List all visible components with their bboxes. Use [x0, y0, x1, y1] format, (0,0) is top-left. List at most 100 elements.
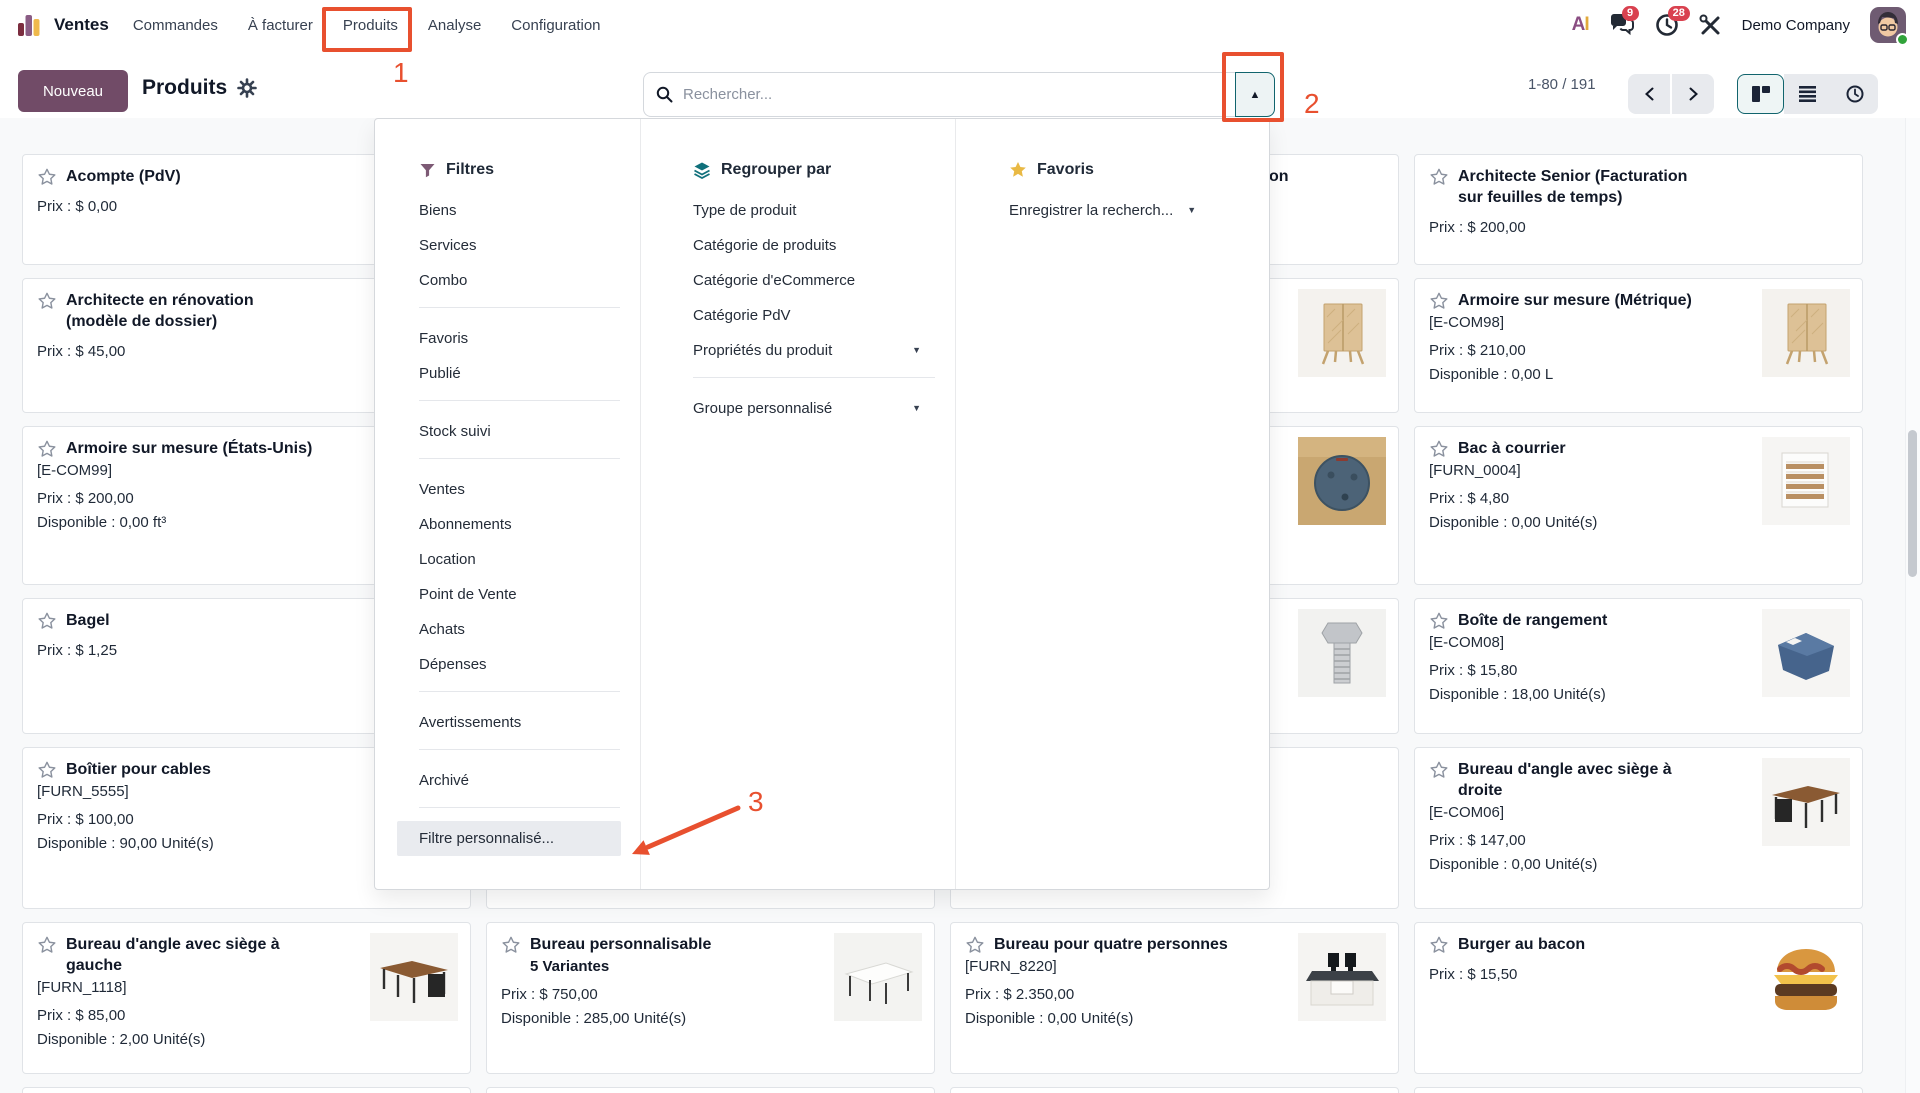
product-availability: Disponible : 2,00 Unité(s): [37, 1031, 456, 1048]
product-image-white-table: [834, 933, 922, 1021]
favorite-star-icon[interactable]: [1429, 760, 1449, 780]
product-card[interactable]: Bureau personnalisable5 VariantesPrix : …: [486, 922, 935, 1074]
view-activity-button[interactable]: [1831, 74, 1878, 114]
app-name[interactable]: Ventes: [54, 15, 109, 35]
group-by-item-type-de-produit[interactable]: Type de produit: [693, 193, 935, 228]
filter-item-services[interactable]: Services: [419, 228, 620, 263]
favorite-star-icon[interactable]: [37, 611, 57, 631]
view-list-button[interactable]: [1784, 74, 1831, 114]
favorite-star-icon[interactable]: [37, 167, 57, 187]
filter-item-ventes[interactable]: Ventes: [419, 472, 620, 507]
pager-previous-button[interactable]: [1628, 74, 1670, 114]
product-image-letter-tray: [1762, 437, 1850, 525]
messages-button[interactable]: 9: [1609, 13, 1635, 37]
favorite-star-icon[interactable]: [37, 291, 57, 311]
favorite-star-icon[interactable]: [37, 439, 57, 459]
separator: [419, 458, 620, 459]
favorite-star-icon[interactable]: [37, 935, 57, 955]
group-by-item-cat-gorie-d-ecommerce[interactable]: Catégorie d'eCommerce: [693, 263, 935, 298]
group-by-item-cat-gorie-pdv[interactable]: Catégorie PdV: [693, 298, 935, 333]
product-card[interactable]: [1414, 1087, 1863, 1093]
menu-item-analyse[interactable]: Analyse: [426, 13, 483, 38]
filter-item-d-penses[interactable]: Dépenses: [419, 647, 620, 682]
tools-button[interactable]: [1699, 14, 1722, 37]
control-panel: Nouveau Produits Rechercher... ▲ 1-80 / …: [0, 50, 1920, 118]
favorite-star-icon[interactable]: [1429, 611, 1449, 631]
favorite-star-icon[interactable]: [965, 935, 985, 955]
filter-item-abonnements[interactable]: Abonnements: [419, 507, 620, 542]
product-card[interactable]: Armoire sur mesure (Métrique)[E-COM98]Pr…: [1414, 278, 1863, 413]
menu-item--facturer[interactable]: À facturer: [246, 13, 315, 38]
filter-item-stock-suivi[interactable]: Stock suivi: [419, 414, 620, 449]
pager-next-button[interactable]: [1672, 74, 1714, 114]
product-title: Bac à courrier: [1458, 438, 1566, 459]
kanban-view-icon: [1752, 86, 1770, 102]
pager-counter: 1-80 / 191: [1528, 50, 1596, 118]
product-card[interactable]: Bureau d'angle avec siège à gauche[FURN_…: [22, 922, 471, 1074]
separator: [419, 749, 620, 750]
favorites-title: Favoris: [1037, 161, 1094, 179]
filter-item-point-de-vente[interactable]: Point de Vente: [419, 577, 620, 612]
company-name[interactable]: Demo Company: [1742, 17, 1850, 34]
user-avatar[interactable]: [1870, 7, 1906, 43]
favorite-star-icon[interactable]: [501, 935, 521, 955]
product-title: Boîte de rangement: [1458, 610, 1607, 631]
menu-item-commandes[interactable]: Commandes: [131, 13, 220, 38]
scrollbar-track[interactable]: [1905, 118, 1920, 1093]
menu-item-produits[interactable]: Produits: [341, 13, 400, 38]
search-options-toggle[interactable]: ▲: [1235, 72, 1275, 117]
top-navbar: Ventes Commandes À facturer Produits Analys…: [0, 0, 1920, 50]
product-card[interactable]: Boîte de rangement[E-COM08]Prix : $ 15,8…: [1414, 598, 1863, 734]
group-by-item-product-properties[interactable]: Propriétés du produit▼: [693, 333, 921, 368]
odoo-apps-icon[interactable]: [16, 12, 42, 38]
product-card[interactable]: Burger au baconPrix : $ 15,50: [1414, 922, 1863, 1074]
product-title: Bagel: [66, 610, 110, 631]
activity-view-icon: [1846, 85, 1864, 103]
group-by-section: Regrouper par Type de produitCatégorie d…: [641, 119, 956, 889]
filter-item-achats[interactable]: Achats: [419, 612, 620, 647]
gear-icon[interactable]: [237, 78, 257, 98]
filter-item-publi-[interactable]: Publié: [419, 356, 620, 391]
product-title: Architecte Senior (Facturation sur feuil…: [1458, 166, 1710, 208]
product-card[interactable]: [486, 1087, 935, 1093]
filter-item-avertissements[interactable]: Avertissements: [419, 705, 620, 740]
separator: [419, 400, 620, 401]
custom-group-item[interactable]: Groupe personnalisé▼: [693, 391, 921, 426]
favorite-star-icon[interactable]: [1429, 439, 1449, 459]
activities-button[interactable]: 28: [1655, 13, 1679, 37]
favorite-star-icon[interactable]: [1429, 935, 1449, 955]
product-image-storage-box: [1762, 609, 1850, 697]
filter-item-archiv-[interactable]: Archivé: [419, 763, 620, 798]
filter-item-combo[interactable]: Combo: [419, 263, 620, 298]
product-image-round-blue: [1298, 437, 1386, 525]
product-card[interactable]: [950, 1087, 1399, 1093]
favorite-star-icon[interactable]: [1429, 167, 1449, 187]
search-input[interactable]: Rechercher...: [643, 72, 1235, 117]
scrollbar-thumb[interactable]: [1908, 430, 1917, 577]
save-search-item[interactable]: Enregistrer la recherch... ▼: [1009, 193, 1249, 228]
ai-icon[interactable]: AI: [1572, 14, 1589, 36]
favorites-section: Favoris Enregistrer la recherch... ▼: [956, 119, 1269, 889]
view-kanban-button[interactable]: [1737, 74, 1784, 114]
product-card[interactable]: Bac à courrier[FURN_0004]Prix : $ 4,80Di…: [1414, 426, 1863, 585]
filter-item-biens[interactable]: Biens: [419, 193, 620, 228]
group-by-item-cat-gorie-de-produits[interactable]: Catégorie de produits: [693, 228, 935, 263]
favorite-star-icon[interactable]: [1429, 291, 1449, 311]
product-title: Bureau d'angle avec siège à droite: [1458, 759, 1710, 801]
product-image-desk-right: [1762, 758, 1850, 846]
favorite-star-icon[interactable]: [37, 760, 57, 780]
filter-item-location[interactable]: Location: [419, 542, 620, 577]
menu-item-configuration[interactable]: Configuration: [509, 13, 602, 38]
product-card[interactable]: [22, 1087, 471, 1093]
product-card[interactable]: Architecte Senior (Facturation sur feuil…: [1414, 154, 1863, 265]
product-card[interactable]: Bureau pour quatre personnes[FURN_8220]P…: [950, 922, 1399, 1074]
product-title: Armoire sur mesure (Métrique): [1458, 290, 1692, 311]
filter-item-favoris[interactable]: Favoris: [419, 321, 620, 356]
group-by-title: Regrouper par: [721, 161, 831, 179]
chevron-left-icon: [1643, 87, 1656, 101]
product-price: Prix : $ 200,00: [1429, 219, 1848, 236]
filters-section: Filtres BiensServicesComboFavorisPubliéS…: [375, 119, 641, 889]
new-button[interactable]: Nouveau: [18, 70, 128, 112]
product-card[interactable]: Bureau d'angle avec siège à droite[E-COM…: [1414, 747, 1863, 909]
custom-filter-item[interactable]: Filtre personnalisé...: [397, 821, 621, 856]
